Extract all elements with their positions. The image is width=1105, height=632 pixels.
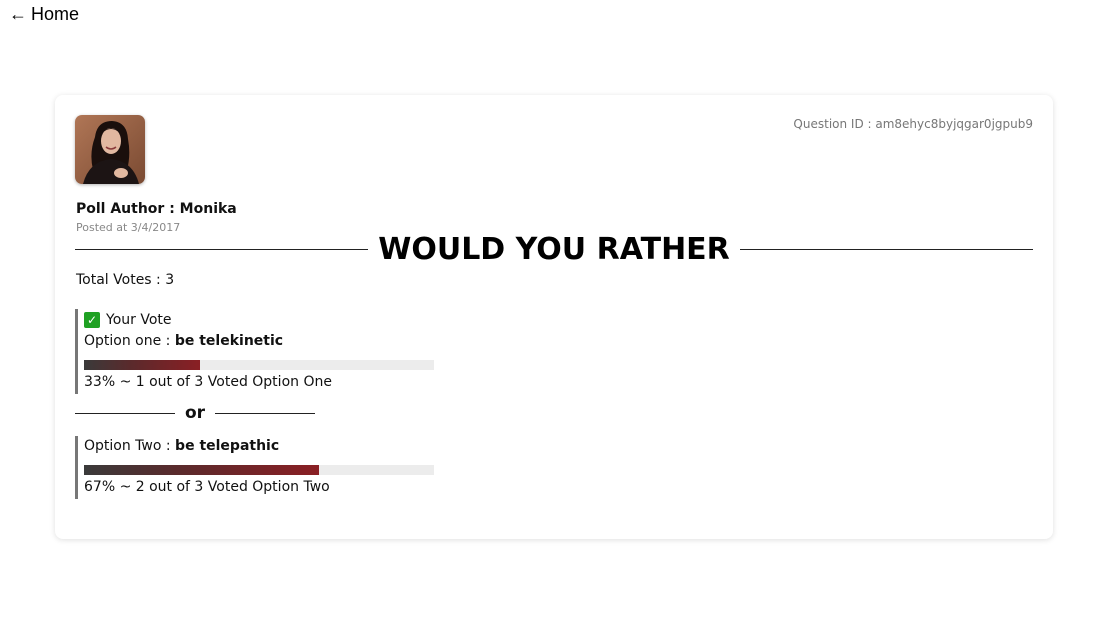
your-vote-badge: ✓ Your Vote	[84, 309, 434, 331]
title-divider-right	[739, 248, 1034, 250]
poll-author: Poll Author : Monika	[76, 201, 237, 217]
option-two-answer: be telepathic	[175, 438, 280, 454]
option-two-progress-fill	[84, 465, 319, 475]
poll-card: Question ID : am8ehyc8byjqgar0jgpub9 Pol…	[55, 95, 1053, 539]
option-one-text: Option one : be telekinetic	[84, 331, 434, 351]
or-divider-left	[75, 412, 175, 414]
option-two-result: Option Two : be telepathic 67% ~ 2 out o…	[75, 436, 434, 499]
your-vote-label: Your Vote	[106, 312, 172, 328]
option-one-progress-track	[84, 360, 434, 370]
option-two-prefix: Option Two :	[84, 438, 176, 454]
option-one-progress-fill	[84, 360, 200, 370]
option-two-text: Option Two : be telepathic	[84, 436, 434, 456]
author-avatar-image	[75, 115, 145, 184]
or-label: or	[184, 403, 206, 423]
title-divider-left	[75, 248, 369, 250]
question-id: Question ID : am8ehyc8byjqgar0jgpub9	[793, 117, 1033, 131]
check-icon: ✓	[84, 312, 100, 328]
option-one-prefix: Option one :	[84, 333, 175, 349]
total-votes: Total Votes : 3	[76, 272, 175, 288]
home-label: Home	[31, 4, 80, 24]
option-two-stats: 67% ~ 2 out of 3 Voted Option Two	[84, 479, 330, 495]
option-one-result: ✓ Your Vote Option one : be telekinetic …	[75, 309, 434, 394]
option-one-stats: 33% ~ 1 out of 3 Voted Option One	[84, 374, 332, 390]
home-link[interactable]: ← Home	[9, 4, 79, 25]
option-two-progress-track	[84, 465, 434, 475]
avatar	[75, 115, 145, 184]
or-divider-right	[215, 412, 315, 414]
back-arrow-icon: ←	[9, 4, 27, 24]
page-title: WOULD YOU RATHER	[378, 231, 730, 267]
or-divider: or	[75, 403, 315, 423]
title-row: WOULD YOU RATHER	[75, 229, 1034, 269]
option-one-answer: be telekinetic	[174, 333, 284, 349]
